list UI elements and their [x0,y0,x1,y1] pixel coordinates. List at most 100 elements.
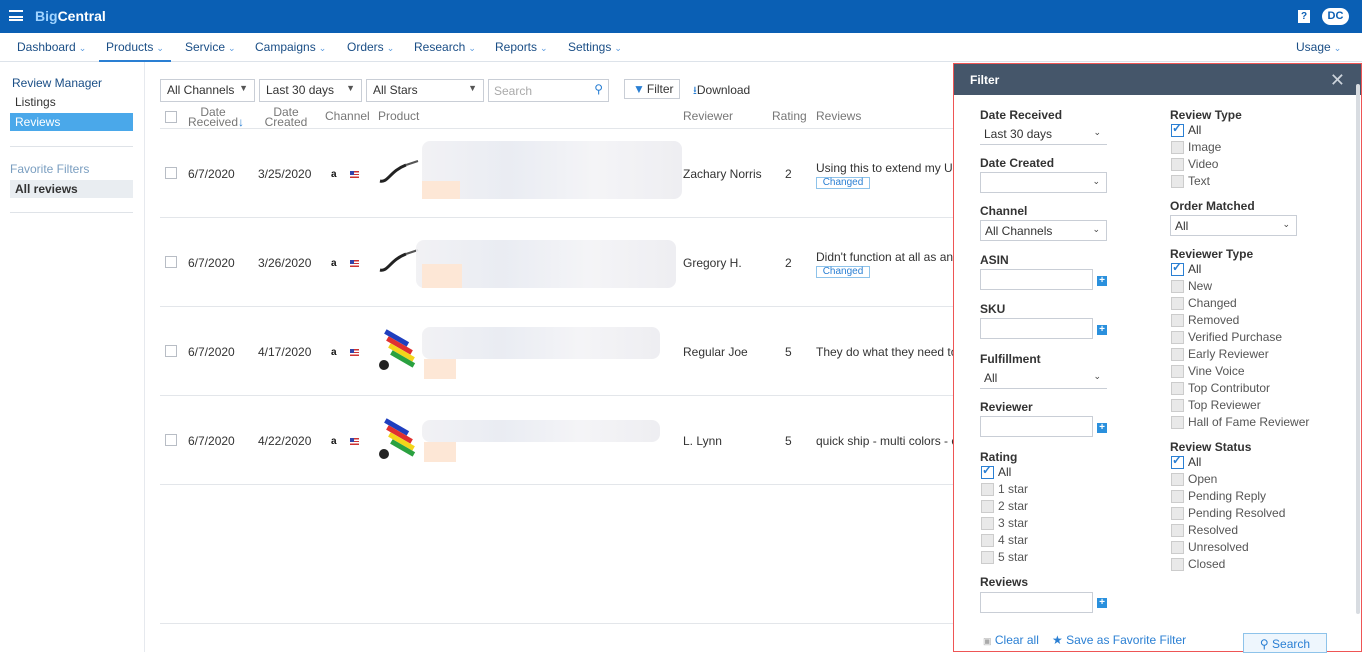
nav-settings[interactable]: Settings ⌄ [568,40,622,54]
row-checkbox[interactable] [165,434,177,446]
rating-3-checkbox[interactable]: 3 star [981,517,1028,530]
app-logo[interactable]: BigCentral [35,8,106,24]
review-text[interactable]: quick ship - multi colors - c [816,434,953,448]
reviewer-name[interactable]: Zachary Norris [683,167,762,181]
nav-dashboard[interactable]: Dashboard ⌄ [17,40,86,54]
channel-filter-select[interactable]: All Channels ⌄ [980,220,1107,241]
reviewer-type-top-contributor-checkbox[interactable]: Top Contributor [1171,382,1270,395]
review-status-pending-resolved-checkbox[interactable]: Pending Resolved [1171,507,1285,520]
sidebar-item-listings[interactable]: Listings [15,95,56,109]
nav-products[interactable]: Products ⌄ [99,40,171,62]
reviewer-type-verified-checkbox[interactable]: Verified Purchase [1171,331,1282,344]
nav-service[interactable]: Service ⌄ [185,40,236,54]
header-reviewer[interactable]: Reviewer [683,110,733,122]
reviewer-type-hall-of-fame-checkbox[interactable]: Hall of Fame Reviewer [1171,416,1309,429]
star-icon: ★ [1052,633,1063,647]
rating-1-checkbox[interactable]: 1 star [981,483,1028,496]
reviewer-type-removed-checkbox[interactable]: Removed [1171,314,1239,327]
sidebar-review-manager[interactable]: Review Manager [12,76,102,90]
reviews-input[interactable] [980,592,1093,613]
stars-select[interactable]: All Stars ▼ [366,79,484,102]
sidebar-item-reviews[interactable]: Reviews [10,113,133,131]
table-row[interactable]: 6/7/2020 3/25/2020 a Zachary Norris 2 Us… [160,129,953,218]
reviewer-type-all-checkbox[interactable]: All [1171,261,1201,276]
favorite-filter-all-reviews[interactable]: All reviews [10,180,133,198]
chevron-down-icon: ▼ [239,83,248,93]
clear-all-link[interactable]: ▣ Clear all [983,633,1039,647]
review-status-pending-reply-checkbox[interactable]: Pending Reply [1171,490,1266,503]
search-button[interactable]: ⚲ Search [1243,633,1327,653]
help-icon[interactable]: ? [1298,10,1310,23]
order-matched-select[interactable]: All ⌄ [1170,215,1297,236]
close-icon[interactable]: ✕ [1330,70,1345,91]
date-created-select[interactable]: ⌄ [980,172,1107,193]
header-reviews[interactable]: Reviews [816,110,861,122]
header-date-created[interactable]: Date Created [263,106,309,128]
channel-select[interactable]: All Channels ▼ [160,79,255,102]
redacted-product-title [422,327,660,359]
review-type-video-checkbox[interactable]: Video [1171,158,1218,171]
review-type-text-checkbox[interactable]: Text [1171,175,1210,188]
filter-button[interactable]: ▼ Filter [624,79,680,99]
nav-reports[interactable]: Reports ⌄ [495,40,548,54]
rating-2-checkbox[interactable]: 2 star [981,500,1028,513]
reviewer-name[interactable]: Gregory H. [683,256,742,270]
reviewer-name[interactable]: Regular Joe [683,345,748,359]
table-row[interactable]: 6/7/2020 3/26/2020 a Gregory H. 2 Didn't… [160,218,953,307]
nav-research[interactable]: Research ⌄ [414,40,476,54]
review-status-open-checkbox[interactable]: Open [1171,473,1217,486]
search-input[interactable]: Search ⚲ [488,79,609,102]
row-checkbox[interactable] [165,345,177,357]
review-text[interactable]: Didn't function at all as an Changed [816,250,953,278]
add-sku-icon[interactable]: + [1097,325,1107,335]
header-channel[interactable]: Channel [325,110,370,122]
sku-input[interactable] [980,318,1093,339]
rating-4-checkbox[interactable]: 4 star [981,534,1028,547]
reviewer-type-top-reviewer-checkbox[interactable]: Top Reviewer [1171,399,1261,412]
nav-orders[interactable]: Orders ⌄ [347,40,394,54]
rating-label: Rating [980,450,1018,464]
nav-campaigns[interactable]: Campaigns ⌄ [255,40,326,54]
select-all-checkbox[interactable] [165,111,177,123]
fulfillment-select[interactable]: All ⌄ [980,368,1107,389]
reviewer-name[interactable]: L. Lynn [683,434,722,448]
header-date-received[interactable]: Date Received↓ [188,106,244,128]
header-product[interactable]: Product [378,110,419,122]
rating-5-checkbox[interactable]: 5 star [981,551,1028,564]
table-row[interactable]: 6/7/2020 4/22/2020 a L. Lynn 5 quick shi… [160,396,953,485]
rating-all-checkbox[interactable]: All [981,464,1011,479]
row-checkbox[interactable] [165,167,177,179]
reviewer-type-changed-checkbox[interactable]: Changed [1171,297,1237,310]
period-select[interactable]: Last 30 days ▼ [259,79,362,102]
reviewer-type-new-checkbox[interactable]: New [1171,280,1212,293]
table-row[interactable]: 6/7/2020 4/17/2020 a Regular Joe 5 They … [160,307,953,396]
menu-icon[interactable] [9,10,23,21]
date-created: 4/17/2020 [258,345,312,359]
date-received-select[interactable]: Last 30 days ⌄ [980,124,1107,145]
download-button[interactable]: ⭳Download [693,82,750,101]
header-rating[interactable]: Rating [772,110,807,122]
save-favorite-link[interactable]: ★ Save as Favorite Filter [1052,633,1186,647]
review-status-closed-checkbox[interactable]: Closed [1171,558,1225,571]
amazon-icon: a [331,347,337,358]
review-text[interactable]: They do what they need to [816,345,953,359]
reviewer-type-early-checkbox[interactable]: Early Reviewer [1171,348,1269,361]
row-checkbox[interactable] [165,256,177,268]
nav-usage[interactable]: Usage ⌄ [1296,40,1341,54]
favorite-filters-heading: Favorite Filters [10,162,90,176]
review-status-unresolved-checkbox[interactable]: Unresolved [1171,541,1249,554]
add-reviews-icon[interactable]: + [1097,598,1107,608]
add-reviewer-icon[interactable]: + [1097,423,1107,433]
scrollbar[interactable] [1356,84,1360,614]
reviewer-input[interactable] [980,416,1093,437]
review-type-all-checkbox[interactable]: All [1171,122,1201,137]
review-status-all-checkbox[interactable]: All [1171,454,1201,469]
review-type-image-checkbox[interactable]: Image [1171,141,1221,154]
asin-input[interactable] [980,269,1093,290]
review-text[interactable]: Using this to extend my U Changed [816,161,953,189]
reviewer-type-vine-checkbox[interactable]: Vine Voice [1171,365,1245,378]
review-status-resolved-checkbox[interactable]: Resolved [1171,524,1238,537]
add-asin-icon[interactable]: + [1097,276,1107,286]
search-icon[interactable]: ⚲ [594,82,603,96]
avatar[interactable]: DC [1322,8,1349,25]
